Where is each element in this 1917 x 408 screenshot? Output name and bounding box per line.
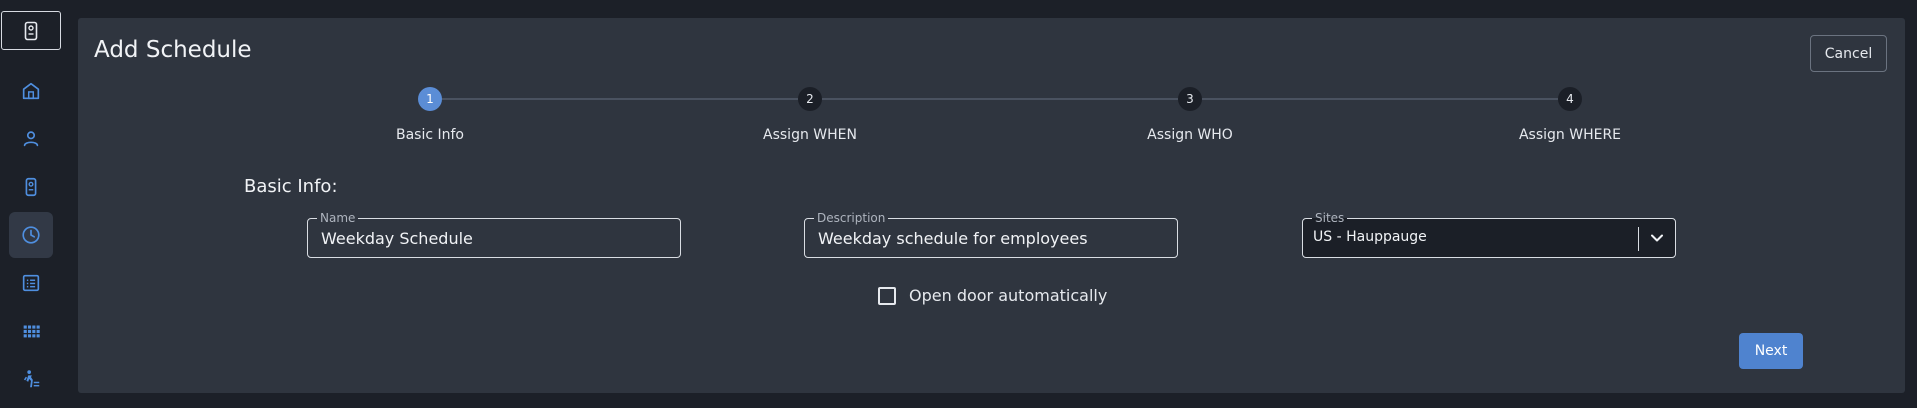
- sidebar: [0, 0, 62, 408]
- sidebar-item-access[interactable]: [9, 356, 53, 402]
- select-divider: [1638, 227, 1639, 251]
- user-icon: [23, 131, 39, 147]
- sites-dropdown-toggle[interactable]: [1647, 228, 1667, 248]
- sites-field-label: Sites: [1312, 210, 1348, 226]
- step-4-indicator[interactable]: 4: [1558, 87, 1582, 111]
- step-1-label: Basic Info: [395, 127, 464, 143]
- step-3-indicator[interactable]: 3: [1178, 87, 1202, 111]
- step-4-label: Assign WHERE: [1518, 127, 1622, 143]
- sites-selected-value: US - Hauppauge: [1313, 229, 1427, 245]
- step-2-indicator[interactable]: 2: [798, 87, 822, 111]
- description-input[interactable]: [805, 219, 1177, 257]
- stepper: 1 2 3 4 Basic Info Assign WHEN Assign WH…: [78, 18, 1905, 148]
- sidebar-item-schedules[interactable]: [9, 212, 53, 258]
- section-title: Basic Info:: [244, 176, 338, 197]
- sidebar-item-apps[interactable]: [9, 308, 53, 354]
- next-button[interactable]: Next: [1739, 333, 1803, 369]
- description-field: Description: [804, 210, 1178, 258]
- open-door-checkbox[interactable]: [878, 286, 896, 305]
- list-icon: [22, 274, 40, 292]
- step-connector: [442, 98, 798, 100]
- clock-icon: [22, 226, 40, 244]
- sidebar-item-devices[interactable]: [9, 164, 53, 210]
- sidebar-item-users[interactable]: [9, 116, 53, 162]
- grid-icon: [23, 325, 40, 338]
- person-walking-icon: [23, 370, 40, 388]
- step-3-label: Assign WHO: [1147, 127, 1233, 143]
- chevron-down-icon: [1651, 234, 1663, 242]
- step-1-indicator[interactable]: 1: [418, 87, 442, 111]
- sites-select[interactable]: Sites US - Hauppauge: [1302, 210, 1676, 258]
- open-door-option[interactable]: Open door automatically: [878, 286, 1107, 305]
- step-connector: [1202, 98, 1558, 100]
- add-schedule-panel: Add Schedule Cancel 1 2 3 4 Basic Info A…: [78, 18, 1905, 393]
- logo[interactable]: [1, 11, 61, 50]
- step-2-label: Assign WHEN: [763, 127, 857, 143]
- name-field: Name: [307, 210, 681, 258]
- sidebar-item-home[interactable]: [9, 68, 53, 114]
- sidebar-item-logs[interactable]: [9, 260, 53, 306]
- intercom-device-icon: [24, 21, 38, 40]
- home-icon: [22, 82, 40, 100]
- intercom-device-icon: [25, 177, 37, 197]
- name-input[interactable]: [308, 219, 680, 257]
- step-connector: [822, 98, 1178, 100]
- open-door-label: Open door automatically: [909, 286, 1108, 305]
